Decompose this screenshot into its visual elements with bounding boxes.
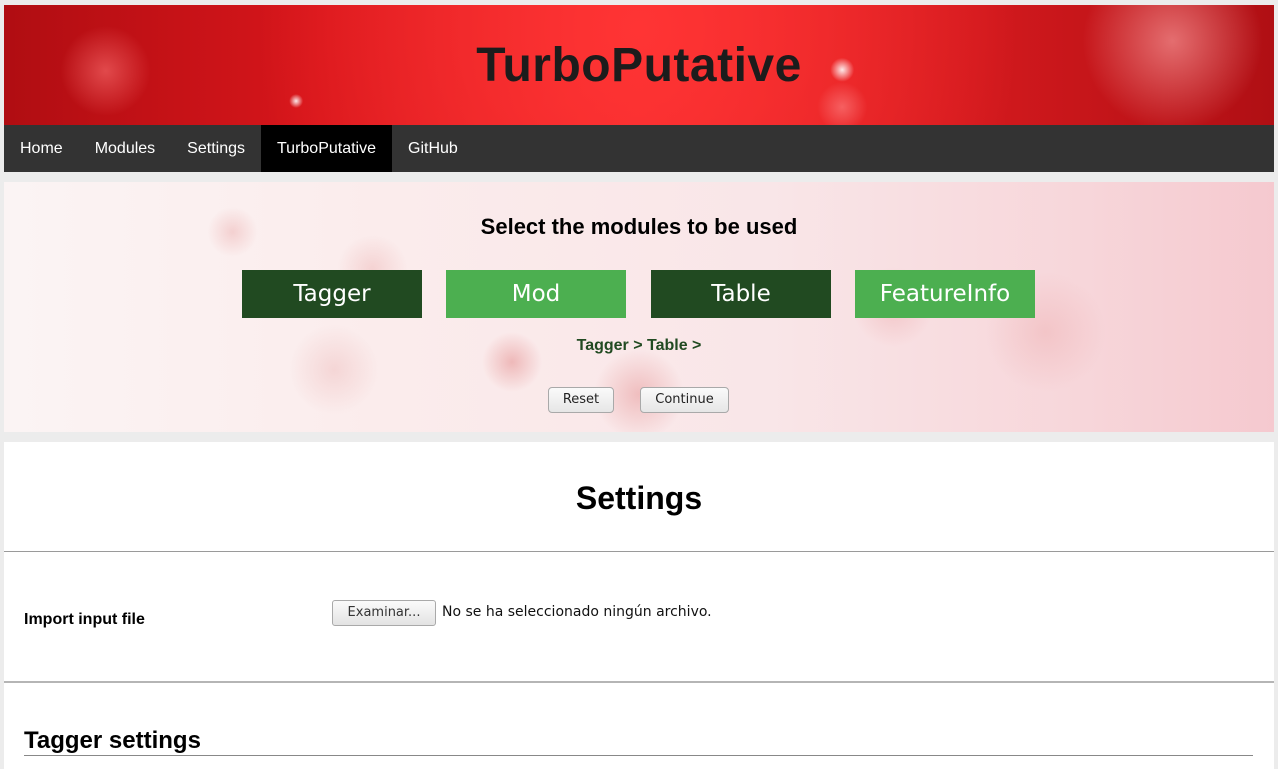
module-button-mod[interactable]: Mod [446, 270, 626, 318]
module-selection-panel: Select the modules to be used Tagger Mod… [4, 182, 1274, 432]
settings-heading: Settings [575, 480, 703, 516]
nav-item-github[interactable]: GitHub [392, 125, 474, 172]
file-status-text: No se ha seleccionado ningún archivo. [442, 604, 712, 620]
site-header: TurboPutative [4, 5, 1274, 125]
file-browse-button[interactable]: Examinar... [332, 600, 436, 626]
nav-item-home[interactable]: Home [4, 125, 79, 172]
divider [24, 755, 1253, 756]
divider [4, 551, 1274, 552]
modules-heading: Select the modules to be used [480, 214, 798, 239]
navbar: Home Modules Settings TurboPutative GitH… [4, 125, 1274, 172]
reset-button[interactable]: Reset [548, 387, 614, 413]
continue-button[interactable]: Continue [640, 387, 729, 413]
tagger-settings-heading: Tagger settings [24, 727, 201, 754]
module-workflow-path: Tagger > Table > [576, 337, 702, 354]
site-title: TurboPutative [476, 38, 802, 92]
module-button-featureinfo[interactable]: FeatureInfo [855, 270, 1035, 318]
nav-item-modules[interactable]: Modules [79, 125, 171, 172]
settings-panel: Settings Import input file Examinar... N… [4, 442, 1274, 769]
nav-item-turboputative[interactable]: TurboPutative [260, 125, 392, 172]
module-button-table[interactable]: Table [651, 270, 831, 318]
import-input-file-label: Import input file [24, 611, 145, 628]
nav-item-settings[interactable]: Settings [171, 125, 261, 172]
divider [4, 681, 1274, 683]
module-button-tagger[interactable]: Tagger [242, 270, 422, 318]
